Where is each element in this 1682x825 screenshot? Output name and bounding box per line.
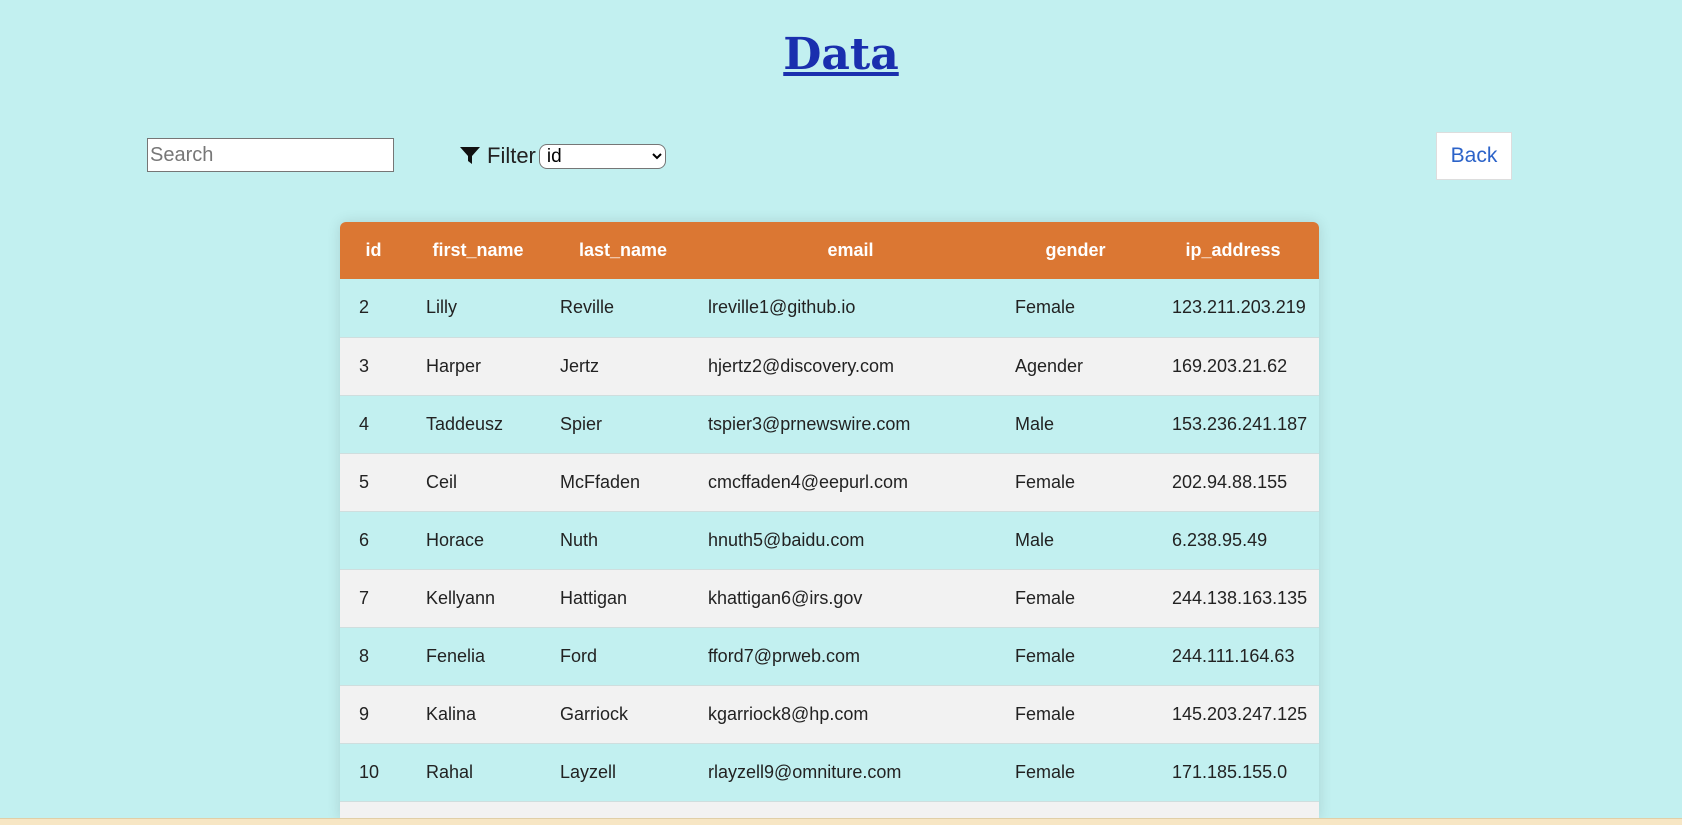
filter-select[interactable]: id <box>538 143 666 169</box>
cell-last-name: Nuth <box>549 511 697 570</box>
filter-label: Filter <box>487 143 536 168</box>
table-row: 3 Harper Jertz hjertz2@discovery.com Age… <box>340 337 1319 396</box>
cell-email: lreville1@github.io <box>697 279 1004 338</box>
cell-ip-address: 145.203.247.125 <box>1147 685 1319 744</box>
cell-first-name: Ceil <box>407 453 549 512</box>
table-row: 10 Rahal Layzell rlayzell9@omniture.com … <box>340 743 1319 802</box>
cell-gender: Male <box>1004 511 1147 570</box>
data-table: id first_name last_name email gender ip_… <box>340 222 1319 820</box>
cell-email: cmcffaden4@eepurl.com <box>697 453 1004 512</box>
filter-group: Filter id <box>459 143 666 169</box>
cell-ip-address: 123.211.203.219 <box>1147 279 1319 338</box>
cell-first-name: Kellyann <box>407 569 549 628</box>
column-header-first-name[interactable]: first_name <box>407 222 549 279</box>
cell-first-name: Kalina <box>407 685 549 744</box>
column-header-gender[interactable]: gender <box>1004 222 1147 279</box>
cell-gender: Male <box>1004 395 1147 454</box>
table-header-row: id first_name last_name email gender ip_… <box>340 222 1319 279</box>
table-row: 8 Fenelia Ford fford7@prweb.com Female 2… <box>340 627 1319 686</box>
cell-email: fford7@prweb.com <box>697 627 1004 686</box>
cell-last-name: McFfaden <box>549 453 697 512</box>
cell-email: hjertz2@discovery.com <box>697 337 1004 396</box>
cell-email: tspier3@prnewswire.com <box>697 395 1004 454</box>
cell-last-name: Spier <box>549 395 697 454</box>
search-input[interactable] <box>147 138 394 172</box>
cell-first-name: Horace <box>407 511 549 570</box>
cell-id: 3 <box>340 337 407 396</box>
table-row: 4 Taddeusz Spier tspier3@prnewswire.com … <box>340 395 1319 454</box>
cell-last-name: Reville <box>549 279 697 338</box>
bottom-status-bar <box>0 818 1682 825</box>
cell-last-name: Ford <box>549 627 697 686</box>
back-button[interactable]: Back <box>1436 132 1512 180</box>
cell-gender: Female <box>1004 685 1147 744</box>
cell-first-name: Taddeusz <box>407 395 549 454</box>
cell-ip-address: 6.238.95.49 <box>1147 511 1319 570</box>
table-row: 9 Kalina Garriock kgarriock8@hp.com Fema… <box>340 685 1319 744</box>
table-row: 2 Lilly Reville lreville1@github.io Fema… <box>340 279 1319 338</box>
cell-id: 5 <box>340 453 407 512</box>
cell-gender: Female <box>1004 279 1147 338</box>
cell-id: 6 <box>340 511 407 570</box>
cell-first-name: Rahal <box>407 743 549 802</box>
cell-last-name: Hattigan <box>549 569 697 628</box>
cell-email: kgarriock8@hp.com <box>697 685 1004 744</box>
cell-first-name: Fenelia <box>407 627 549 686</box>
page-title[interactable]: Data <box>0 26 1682 84</box>
cell-gender: Female <box>1004 453 1147 512</box>
cell-gender: Female <box>1004 627 1147 686</box>
table-row: 6 Horace Nuth hnuth5@baidu.com Male 6.23… <box>340 511 1319 570</box>
cell-ip-address: 169.203.21.62 <box>1147 337 1319 396</box>
cell-id: 7 <box>340 569 407 628</box>
column-header-email[interactable]: email <box>697 222 1004 279</box>
cell-email: khattigan6@irs.gov <box>697 569 1004 628</box>
cell-email: hnuth5@baidu.com <box>697 511 1004 570</box>
cell-id: 9 <box>340 685 407 744</box>
cell-email: rlayzell9@omniture.com <box>697 743 1004 802</box>
cell-id: 8 <box>340 627 407 686</box>
cell-last-name: Jertz <box>549 337 697 396</box>
column-header-last-name[interactable]: last_name <box>549 222 697 279</box>
table-body: 2 Lilly Reville lreville1@github.io Fema… <box>340 279 1319 820</box>
cell-id: 2 <box>340 279 407 338</box>
cell-ip-address: 153.236.241.187 <box>1147 395 1319 454</box>
page: Data Filter id Back id first_name last_n… <box>0 0 1682 825</box>
cell-gender: Female <box>1004 743 1147 802</box>
cell-ip-address: 171.185.155.0 <box>1147 743 1319 802</box>
cell-gender: Female <box>1004 569 1147 628</box>
cell-ip-address: 244.111.164.63 <box>1147 627 1319 686</box>
cell-ip-address: 202.94.88.155 <box>1147 453 1319 512</box>
funnel-icon <box>459 146 481 166</box>
column-header-id[interactable]: id <box>340 222 407 279</box>
cell-gender: Agender <box>1004 337 1147 396</box>
column-header-ip-address[interactable]: ip_address <box>1147 222 1319 279</box>
cell-ip-address: 244.138.163.135 <box>1147 569 1319 628</box>
cell-last-name: Garriock <box>549 685 697 744</box>
cell-last-name: Layzell <box>549 743 697 802</box>
cell-first-name: Harper <box>407 337 549 396</box>
data-table-container[interactable]: id first_name last_name email gender ip_… <box>340 222 1319 820</box>
cell-first-name: Lilly <box>407 279 549 338</box>
table-row: 7 Kellyann Hattigan khattigan6@irs.gov F… <box>340 569 1319 628</box>
table-row: 5 Ceil McFfaden cmcffaden4@eepurl.com Fe… <box>340 453 1319 512</box>
cell-id: 4 <box>340 395 407 454</box>
cell-id: 10 <box>340 743 407 802</box>
